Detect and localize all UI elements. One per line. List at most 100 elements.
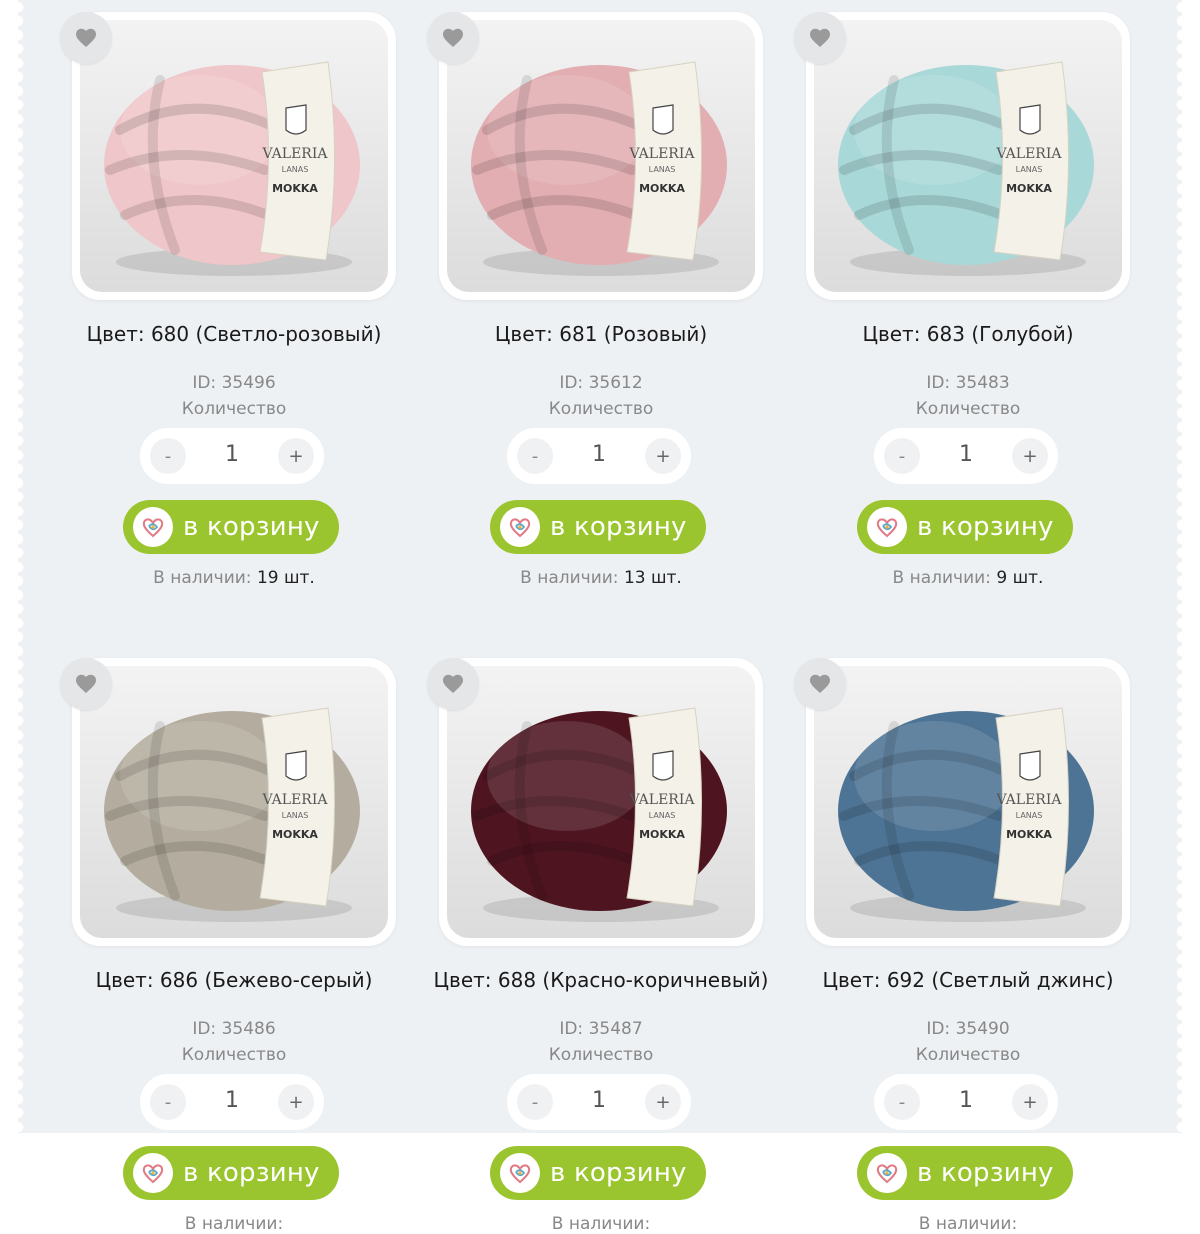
add-to-cart-label: в корзину	[550, 512, 687, 542]
svg-text:MOKKA: MOKKA	[1006, 182, 1052, 195]
product-title[interactable]: Цвет: 680 (Светло-розовый)	[64, 322, 404, 346]
product-image-frame: VALERIA LANAS MOKKA	[60, 12, 396, 300]
cart-heart-icon	[133, 1153, 173, 1193]
svg-text:VALERIA: VALERIA	[629, 146, 696, 162]
product-image-frame: VALERIA LANAS MOKKA	[427, 12, 763, 300]
product-image-frame: VALERIA LANAS MOKKA	[794, 12, 1130, 300]
quantity-input[interactable]: 1	[200, 442, 264, 467]
perforated-edge-left	[11, 0, 25, 1133]
decrement-button[interactable]: -	[150, 438, 186, 474]
product-title[interactable]: Цвет: 692 (Светлый джинс)	[798, 968, 1138, 992]
yarn-ball-image: VALERIA LANAS MOKKA	[104, 707, 360, 922]
product-title[interactable]: Цвет: 681 (Розовый)	[431, 322, 771, 346]
svg-text:LANAS: LANAS	[649, 811, 676, 820]
svg-text:LANAS: LANAS	[1016, 165, 1043, 174]
cart-heart-icon	[133, 507, 173, 547]
add-to-cart-label: в корзину	[183, 1158, 320, 1188]
favorite-button[interactable]	[60, 658, 112, 710]
heart-icon	[443, 674, 463, 693]
cart-heart-icon	[867, 1153, 907, 1193]
decrement-button[interactable]: -	[884, 1084, 920, 1120]
yarn-ball-image: VALERIA LANAS MOKKA	[838, 707, 1094, 922]
product-card: VALERIA LANAS MOKKA Цвет: 681 (Розовый) …	[427, 0, 771, 588]
svg-text:LANAS: LANAS	[649, 165, 676, 174]
decrement-button[interactable]: -	[517, 1084, 553, 1120]
quantity-input[interactable]: 1	[934, 442, 998, 467]
quantity-stepper: - 1 +	[874, 428, 1058, 484]
decrement-button[interactable]: -	[150, 1084, 186, 1120]
quantity-label: Количество	[548, 1045, 654, 1065]
increment-button[interactable]: +	[1012, 438, 1048, 474]
increment-button[interactable]: +	[278, 438, 314, 474]
heart-icon	[443, 28, 463, 47]
product-id: ID: 35487	[559, 1019, 643, 1039]
stock-status: В наличии:	[798, 1214, 1138, 1234]
add-to-cart-button[interactable]: в корзину	[490, 500, 706, 554]
stock-label: В наличии:	[551, 1214, 651, 1234]
add-to-cart-label: в корзину	[183, 512, 320, 542]
product-image[interactable]: VALERIA LANAS MOKKA	[447, 20, 755, 292]
svg-text:MOKKA: MOKKA	[1006, 828, 1052, 841]
favorite-button[interactable]	[794, 658, 846, 710]
quantity-label: Количество	[548, 399, 654, 419]
stock-status: В наличии: 19 шт.	[64, 568, 404, 588]
favorite-button[interactable]	[794, 12, 846, 64]
stock-label: В наличии:	[520, 568, 619, 588]
increment-button[interactable]: +	[645, 1084, 681, 1120]
stock-label: В наличии:	[153, 568, 252, 588]
stock-value: 19 шт.	[256, 568, 315, 588]
product-card: VALERIA LANAS MOKKA Цвет: 688 (Красно-ко…	[427, 646, 771, 1234]
decrement-button[interactable]: -	[517, 438, 553, 474]
heart-icon	[76, 28, 96, 47]
svg-text:MOKKA: MOKKA	[639, 182, 685, 195]
quantity-input[interactable]: 1	[567, 442, 631, 467]
increment-button[interactable]: +	[1012, 1084, 1048, 1120]
yarn-ball-image: VALERIA LANAS MOKKA	[838, 61, 1094, 276]
add-to-cart-button[interactable]: в корзину	[490, 1146, 706, 1200]
svg-text:LANAS: LANAS	[282, 165, 309, 174]
product-id: ID: 35486	[192, 1019, 276, 1039]
product-title[interactable]: Цвет: 686 (Бежево-серый)	[64, 968, 404, 992]
favorite-button[interactable]	[427, 658, 479, 710]
add-to-cart-button[interactable]: в корзину	[857, 1146, 1073, 1200]
svg-text:MOKKA: MOKKA	[272, 828, 318, 841]
stock-status: В наличии: 9 шт.	[798, 568, 1138, 588]
add-to-cart-button[interactable]: в корзину	[857, 500, 1073, 554]
favorite-button[interactable]	[60, 12, 112, 64]
quantity-stepper: - 1 +	[874, 1074, 1058, 1130]
add-to-cart-button[interactable]: в корзину	[123, 500, 339, 554]
stock-status: В наличии:	[64, 1214, 404, 1234]
decrement-button[interactable]: -	[884, 438, 920, 474]
svg-text:LANAS: LANAS	[282, 811, 309, 820]
svg-text:MOKKA: MOKKA	[639, 828, 685, 841]
product-image-frame: VALERIA LANAS MOKKA	[794, 658, 1130, 946]
stock-label: В наличии:	[892, 568, 991, 588]
yarn-ball-image: VALERIA LANAS MOKKA	[104, 61, 360, 276]
quantity-input[interactable]: 1	[934, 1088, 998, 1113]
yarn-ball-image: VALERIA LANAS MOKKA	[471, 61, 727, 276]
add-to-cart-label: в корзину	[917, 1158, 1054, 1188]
product-title[interactable]: Цвет: 688 (Красно-коричневый)	[431, 968, 771, 992]
increment-button[interactable]: +	[278, 1084, 314, 1120]
heart-icon	[810, 28, 830, 47]
product-image[interactable]: VALERIA LANAS MOKKA	[80, 20, 388, 292]
quantity-input[interactable]: 1	[200, 1088, 264, 1113]
quantity-stepper: - 1 +	[140, 1074, 324, 1130]
increment-button[interactable]: +	[645, 438, 681, 474]
product-title[interactable]: Цвет: 683 (Голубой)	[798, 322, 1138, 346]
add-to-cart-button[interactable]: в корзину	[123, 1146, 339, 1200]
product-card: VALERIA LANAS MOKKA Цвет: 692 (Светлый д…	[794, 646, 1138, 1234]
stock-status: В наличии:	[431, 1214, 771, 1234]
quantity-label: Количество	[181, 1045, 287, 1065]
stock-value: 13 шт.	[623, 568, 682, 588]
favorite-button[interactable]	[427, 12, 479, 64]
yarn-ball-image: VALERIA LANAS MOKKA	[471, 707, 727, 922]
quantity-label: Количество	[915, 1045, 1021, 1065]
product-image[interactable]: VALERIA LANAS MOKKA	[814, 666, 1122, 938]
product-image[interactable]: VALERIA LANAS MOKKA	[814, 20, 1122, 292]
product-image[interactable]: VALERIA LANAS MOKKA	[80, 666, 388, 938]
quantity-input[interactable]: 1	[567, 1088, 631, 1113]
product-image[interactable]: VALERIA LANAS MOKKA	[447, 666, 755, 938]
cart-heart-icon	[500, 1153, 540, 1193]
product-id: ID: 35490	[926, 1019, 1010, 1039]
